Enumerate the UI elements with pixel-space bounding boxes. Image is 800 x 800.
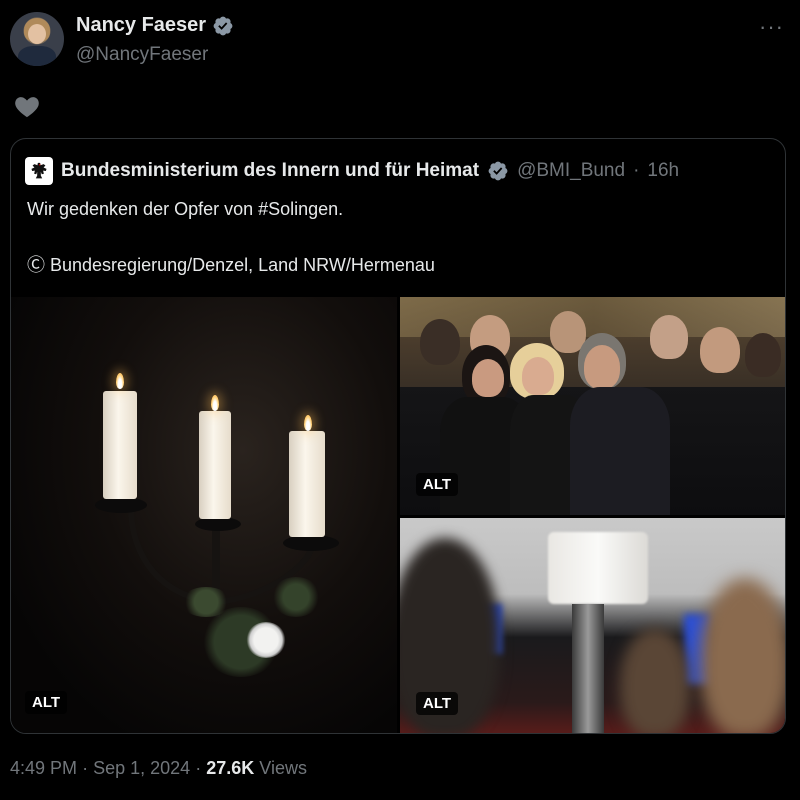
verified-badge-icon: [488, 161, 508, 181]
face: [584, 345, 620, 389]
candle: [199, 411, 231, 519]
candle-flame: [304, 415, 312, 431]
separator-dot: ·: [195, 758, 202, 778]
author-name[interactable]: Nancy Faeser: [76, 14, 206, 37]
person: [420, 319, 460, 365]
candle-holder: [195, 517, 241, 531]
blurred-person: [620, 628, 690, 733]
post-meta: 4:49 PM · Sep 1, 2024 · 27.6K Views: [10, 758, 307, 779]
media-grid: ALT ALT ALT: [11, 297, 785, 733]
quoted-author-handle[interactable]: @BMI_Bund: [517, 160, 625, 182]
views-count: 27.6K: [206, 758, 255, 778]
candle-holder: [283, 535, 339, 551]
quoted-post[interactable]: Bundesministerium des Innern und für Hei…: [10, 138, 786, 734]
media-image-lectern-candle[interactable]: ALT: [400, 518, 785, 733]
candle: [289, 431, 325, 537]
quoted-author-name[interactable]: Bundesministerium des Innern und für Hei…: [61, 160, 479, 182]
author-avatar[interactable]: [10, 12, 64, 66]
media-image-audience[interactable]: ALT: [400, 297, 785, 515]
quoted-post-text: Wir gedenken der Opfer von #Solingen.: [27, 199, 344, 219]
face: [472, 359, 504, 397]
post-date[interactable]: Sep 1, 2024: [93, 758, 190, 778]
candle: [103, 391, 137, 499]
bmi-logo-icon: [25, 157, 53, 185]
heart-icon[interactable]: [12, 92, 42, 120]
person: [650, 315, 688, 359]
more-icon[interactable]: ···: [759, 14, 784, 40]
candle-flame: [116, 373, 124, 389]
media-image-candles[interactable]: ALT: [11, 297, 397, 733]
lectern-stand: [572, 604, 604, 733]
separator-dot: ·: [82, 758, 89, 778]
alt-badge[interactable]: ALT: [416, 473, 459, 496]
person: [700, 327, 740, 373]
separator-dot: ·: [633, 160, 640, 181]
author-handle[interactable]: @NancyFaeser: [76, 44, 208, 66]
alt-badge[interactable]: ALT: [25, 691, 68, 714]
candle-holder: [95, 497, 147, 513]
verified-badge-icon: [213, 16, 233, 35]
pillar-candle: [548, 532, 648, 604]
quoted-post-header: Bundesministerium des Innern und für Hei…: [25, 157, 679, 185]
candle-flame: [211, 395, 219, 411]
blurred-person: [700, 578, 785, 733]
quoted-post-credit: Ⓒ Bundesregierung/Denzel, Land NRW/Herme…: [27, 255, 435, 275]
quoted-post-time[interactable]: 16h: [647, 160, 679, 182]
person: [745, 333, 781, 377]
suit: [570, 387, 670, 515]
author-name-row[interactable]: Nancy Faeser: [76, 14, 234, 37]
post-time[interactable]: 4:49 PM: [10, 758, 77, 778]
flower-arrangement: [171, 567, 331, 707]
alt-badge[interactable]: ALT: [416, 692, 459, 715]
face: [522, 357, 554, 395]
views-label: Views: [259, 758, 307, 778]
